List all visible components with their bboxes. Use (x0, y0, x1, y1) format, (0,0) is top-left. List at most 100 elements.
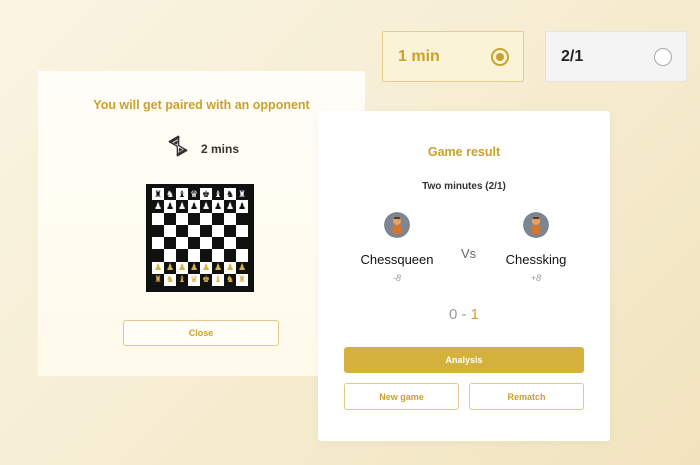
board-square: ♛ (188, 188, 200, 201)
board-square: ♟ (212, 200, 224, 213)
board-square: ♟ (176, 200, 188, 213)
board-square: ♞ (164, 188, 176, 201)
black-pawn-icon: ♟ (213, 200, 223, 211)
board-square: ♟ (188, 261, 200, 274)
rating-change: -8 (392, 273, 401, 283)
white-pawn-icon: ♟ (189, 262, 199, 273)
avatar-icon (384, 212, 410, 238)
black-bishop-icon: ♝ (213, 188, 223, 199)
board-square: ♞ (224, 188, 236, 201)
time-option-1-min[interactable]: 1 min (382, 31, 524, 82)
board-square: ♞ (164, 273, 176, 286)
board-square (224, 212, 236, 225)
white-bishop-icon: ♝ (177, 274, 187, 285)
black-pawn-icon: ♟ (165, 200, 175, 211)
white-rook-icon: ♜ (237, 274, 247, 285)
board-square: ♜ (236, 273, 248, 286)
black-pawn-icon: ♟ (237, 200, 247, 211)
board-square (176, 249, 188, 262)
board-square (236, 237, 248, 250)
board-square: ♜ (236, 188, 248, 201)
board-square (200, 249, 212, 262)
board-square: ♟ (200, 200, 212, 213)
board-square (212, 237, 224, 250)
chess-board-frame: ♜ ♞ ♝ ♛ ♚ ♝ ♞ ♜ ♟ ♟ ♟ ♟ ♟ ♟ ♟ ♟ ♟ ♟ ♟ ♟ ♟ ♟ ♟ ♟ ♜ ♞ ♝ ♛ ♚ ♝ ♞ ♜ (146, 184, 254, 292)
board-square: ♜ (152, 188, 164, 201)
board-square (164, 249, 176, 262)
rematch-button[interactable]: Rematch (469, 383, 584, 410)
board-square: ♝ (212, 273, 224, 286)
board-square (236, 249, 248, 262)
vs-label: Vs (461, 246, 477, 261)
board-square (236, 212, 248, 225)
board-square (176, 237, 188, 250)
player-left: Chessqueen -8 (352, 212, 442, 283)
black-bishop-icon: ♝ (177, 188, 187, 199)
board-square: ♝ (176, 188, 188, 201)
white-pawn-icon: ♟ (213, 262, 223, 273)
radio-selected-icon[interactable] (491, 47, 509, 66)
board-square (224, 237, 236, 250)
black-rook-icon: ♜ (153, 188, 163, 199)
white-pawn-icon: ♟ (237, 262, 247, 273)
board-square (188, 212, 200, 225)
board-square: ♚ (200, 273, 212, 286)
white-rook-icon: ♜ (153, 274, 163, 285)
pairing-title: You will get paired with an opponent (93, 98, 310, 112)
analysis-button[interactable]: Analysis (344, 347, 584, 373)
board-square: ♟ (212, 261, 224, 274)
white-pawn-icon: ♟ (153, 262, 163, 273)
black-pawn-icon: ♟ (153, 200, 163, 211)
board-square: ♚ (200, 188, 212, 201)
player-name: Chessqueen (360, 252, 434, 267)
score: 0 - 1 (318, 306, 610, 323)
board-square (152, 249, 164, 262)
board-square (176, 224, 188, 237)
radio-unselected-icon[interactable] (654, 47, 672, 66)
black-knight-icon: ♞ (225, 188, 235, 199)
white-pawn-icon: ♟ (177, 262, 187, 273)
black-queen-icon: ♛ (189, 188, 199, 199)
board-square: ♛ (188, 273, 200, 286)
board-square: ♞ (224, 273, 236, 286)
white-pawn-icon: ♟ (165, 262, 175, 273)
board-square (212, 212, 224, 225)
white-queen-icon: ♛ (189, 274, 199, 285)
white-pawn-icon: ♟ (201, 262, 211, 273)
white-knight-icon: ♞ (225, 274, 235, 285)
close-button[interactable]: Close (123, 320, 279, 346)
white-pawn-icon: ♟ (225, 262, 235, 273)
board-square (188, 249, 200, 262)
score-right: 1 (470, 306, 480, 323)
black-pawn-icon: ♟ (177, 200, 187, 211)
black-rook-icon: ♜ (237, 188, 247, 199)
time-option-2-1[interactable]: 2/1 (545, 31, 687, 82)
board-square: ♟ (152, 261, 164, 274)
board-square: ♟ (164, 200, 176, 213)
new-game-button[interactable]: New game (344, 383, 459, 410)
black-knight-icon: ♞ (165, 188, 175, 199)
hourglass-icon (167, 135, 189, 162)
board-square: ♟ (164, 261, 176, 274)
board-square (212, 224, 224, 237)
board-square: ♟ (236, 200, 248, 213)
white-bishop-icon: ♝ (213, 274, 223, 285)
black-pawn-icon: ♟ (225, 200, 235, 211)
board-square (152, 212, 164, 225)
player-right: Chessking +8 (491, 212, 581, 283)
board-square (200, 224, 212, 237)
board-square: ♝ (212, 188, 224, 201)
board-square (188, 224, 200, 237)
board-square (152, 224, 164, 237)
board-square (176, 212, 188, 225)
white-king-icon: ♚ (201, 274, 211, 285)
board-square: ♟ (152, 200, 164, 213)
board-square (152, 237, 164, 250)
game-result-card: Game result Two minutes (2/1) Chessqueen… (318, 111, 610, 441)
board-square (224, 249, 236, 262)
board-square (164, 212, 176, 225)
board-square (188, 237, 200, 250)
board-square (200, 212, 212, 225)
result-title: Game result (427, 145, 501, 159)
board-square: ♜ (152, 273, 164, 286)
